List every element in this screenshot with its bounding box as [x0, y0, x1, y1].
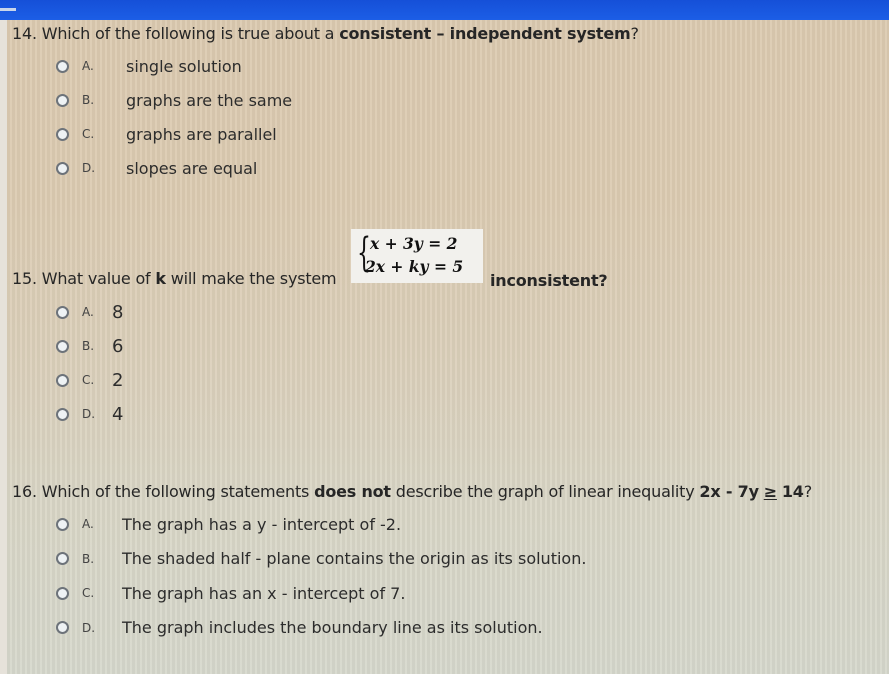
option-15-c[interactable]: C. 2 [56, 363, 123, 397]
option-14-a[interactable]: A. single solution [56, 49, 292, 83]
option-text: 2 [112, 369, 124, 391]
option-16-a[interactable]: A. The graph has a y - intercept of -2. [56, 507, 586, 542]
option-letter: B. [82, 93, 95, 107]
option-text: single solution [126, 56, 242, 76]
question-15: 15. What value of k will make the system [12, 269, 337, 288]
option-letter: C. [82, 127, 95, 141]
radio-button[interactable] [56, 127, 69, 141]
option-letter: B. [82, 551, 95, 566]
question-text: What value of [41, 269, 151, 288]
option-14-c[interactable]: C. graphs are parallel [56, 117, 292, 151]
question-number: 14. [12, 24, 37, 43]
radio-button[interactable] [56, 407, 69, 421]
option-text: 4 [112, 403, 124, 425]
option-15-b[interactable]: B. 6 [56, 329, 123, 363]
question-15-options: A. 8 B. 6 C. 2 D. 4 [56, 295, 123, 431]
equation-1: x + 3y = 2 [370, 234, 458, 253]
option-letter: A. [82, 517, 94, 532]
option-text: The graph includes the boundary line as … [122, 618, 543, 638]
inequality-operator: ≥ [763, 482, 777, 501]
option-15-d[interactable]: D. 4 [56, 397, 123, 431]
radio-button[interactable] [56, 373, 69, 387]
option-letter: C. [82, 373, 95, 387]
question-text-end: inconsistent? [490, 271, 608, 290]
option-text: graphs are the same [126, 90, 293, 110]
question-emphasis: does not [314, 482, 391, 501]
question-end: ? [803, 482, 813, 501]
option-text: The graph has an x - intercept of 7. [122, 583, 406, 603]
equation-system: { x + 3y = 2 2x + ky = 5 [351, 229, 483, 283]
option-text: The shaded half - plane contains the ori… [122, 549, 587, 569]
option-letter: B. [82, 339, 95, 353]
question-16: 16. Which of the following statements do… [12, 482, 812, 501]
question-14: 14. Which of the following is true about… [12, 24, 639, 43]
question-14-options: A. single solution B. graphs are the sam… [56, 49, 292, 185]
question-number: 16. [12, 482, 37, 501]
question-emphasis: consistent – independent system [339, 24, 631, 43]
top-bar-notch [0, 8, 16, 11]
option-16-d[interactable]: D. The graph includes the boundary line … [56, 611, 586, 646]
top-bar [0, 0, 889, 20]
radio-button[interactable] [56, 517, 69, 531]
option-letter: D. [82, 407, 96, 421]
option-15-a[interactable]: A. 8 [56, 295, 123, 329]
question-15-end: inconsistent? [490, 271, 608, 290]
radio-button[interactable] [56, 586, 69, 600]
question-text-middle: will make the system [170, 269, 337, 288]
question-text-middle: describe the graph of linear inequality [395, 482, 695, 501]
radio-button[interactable] [56, 552, 69, 566]
radio-button[interactable] [56, 339, 69, 353]
question-number: 15. [12, 269, 37, 288]
option-text: graphs are parallel [126, 124, 277, 144]
option-text: 8 [112, 301, 124, 323]
question-text: Which of the following statements [41, 482, 310, 501]
option-16-c[interactable]: C. The graph has an x - intercept of 7. [56, 576, 586, 611]
option-text: 6 [112, 335, 124, 357]
option-letter: C. [82, 586, 95, 601]
inequality-rhs: 14 [781, 482, 804, 501]
option-letter: A. [82, 305, 94, 319]
option-text: The graph has a y - intercept of -2. [122, 514, 402, 534]
question-text: Which of the following is true about a [41, 24, 335, 43]
inequality-lhs: 2x - 7y [699, 482, 759, 501]
variable-k: k [155, 269, 166, 288]
radio-button[interactable] [56, 621, 69, 635]
option-letter: D. [82, 620, 96, 635]
option-14-b[interactable]: B. graphs are the same [56, 83, 292, 117]
radio-button[interactable] [56, 93, 69, 107]
radio-button[interactable] [56, 305, 69, 319]
option-text: slopes are equal [126, 158, 258, 178]
radio-button[interactable] [56, 59, 69, 73]
left-edge [0, 20, 7, 674]
option-letter: A. [82, 59, 94, 73]
option-16-b[interactable]: B. The shaded half - plane contains the … [56, 542, 586, 577]
question-16-options: A. The graph has a y - intercept of -2. … [56, 507, 586, 645]
option-letter: D. [82, 161, 96, 175]
question-end: ? [630, 24, 640, 43]
option-14-d[interactable]: D. slopes are equal [56, 151, 292, 185]
radio-button[interactable] [56, 161, 69, 175]
equation-2: 2x + ky = 5 [365, 257, 464, 276]
